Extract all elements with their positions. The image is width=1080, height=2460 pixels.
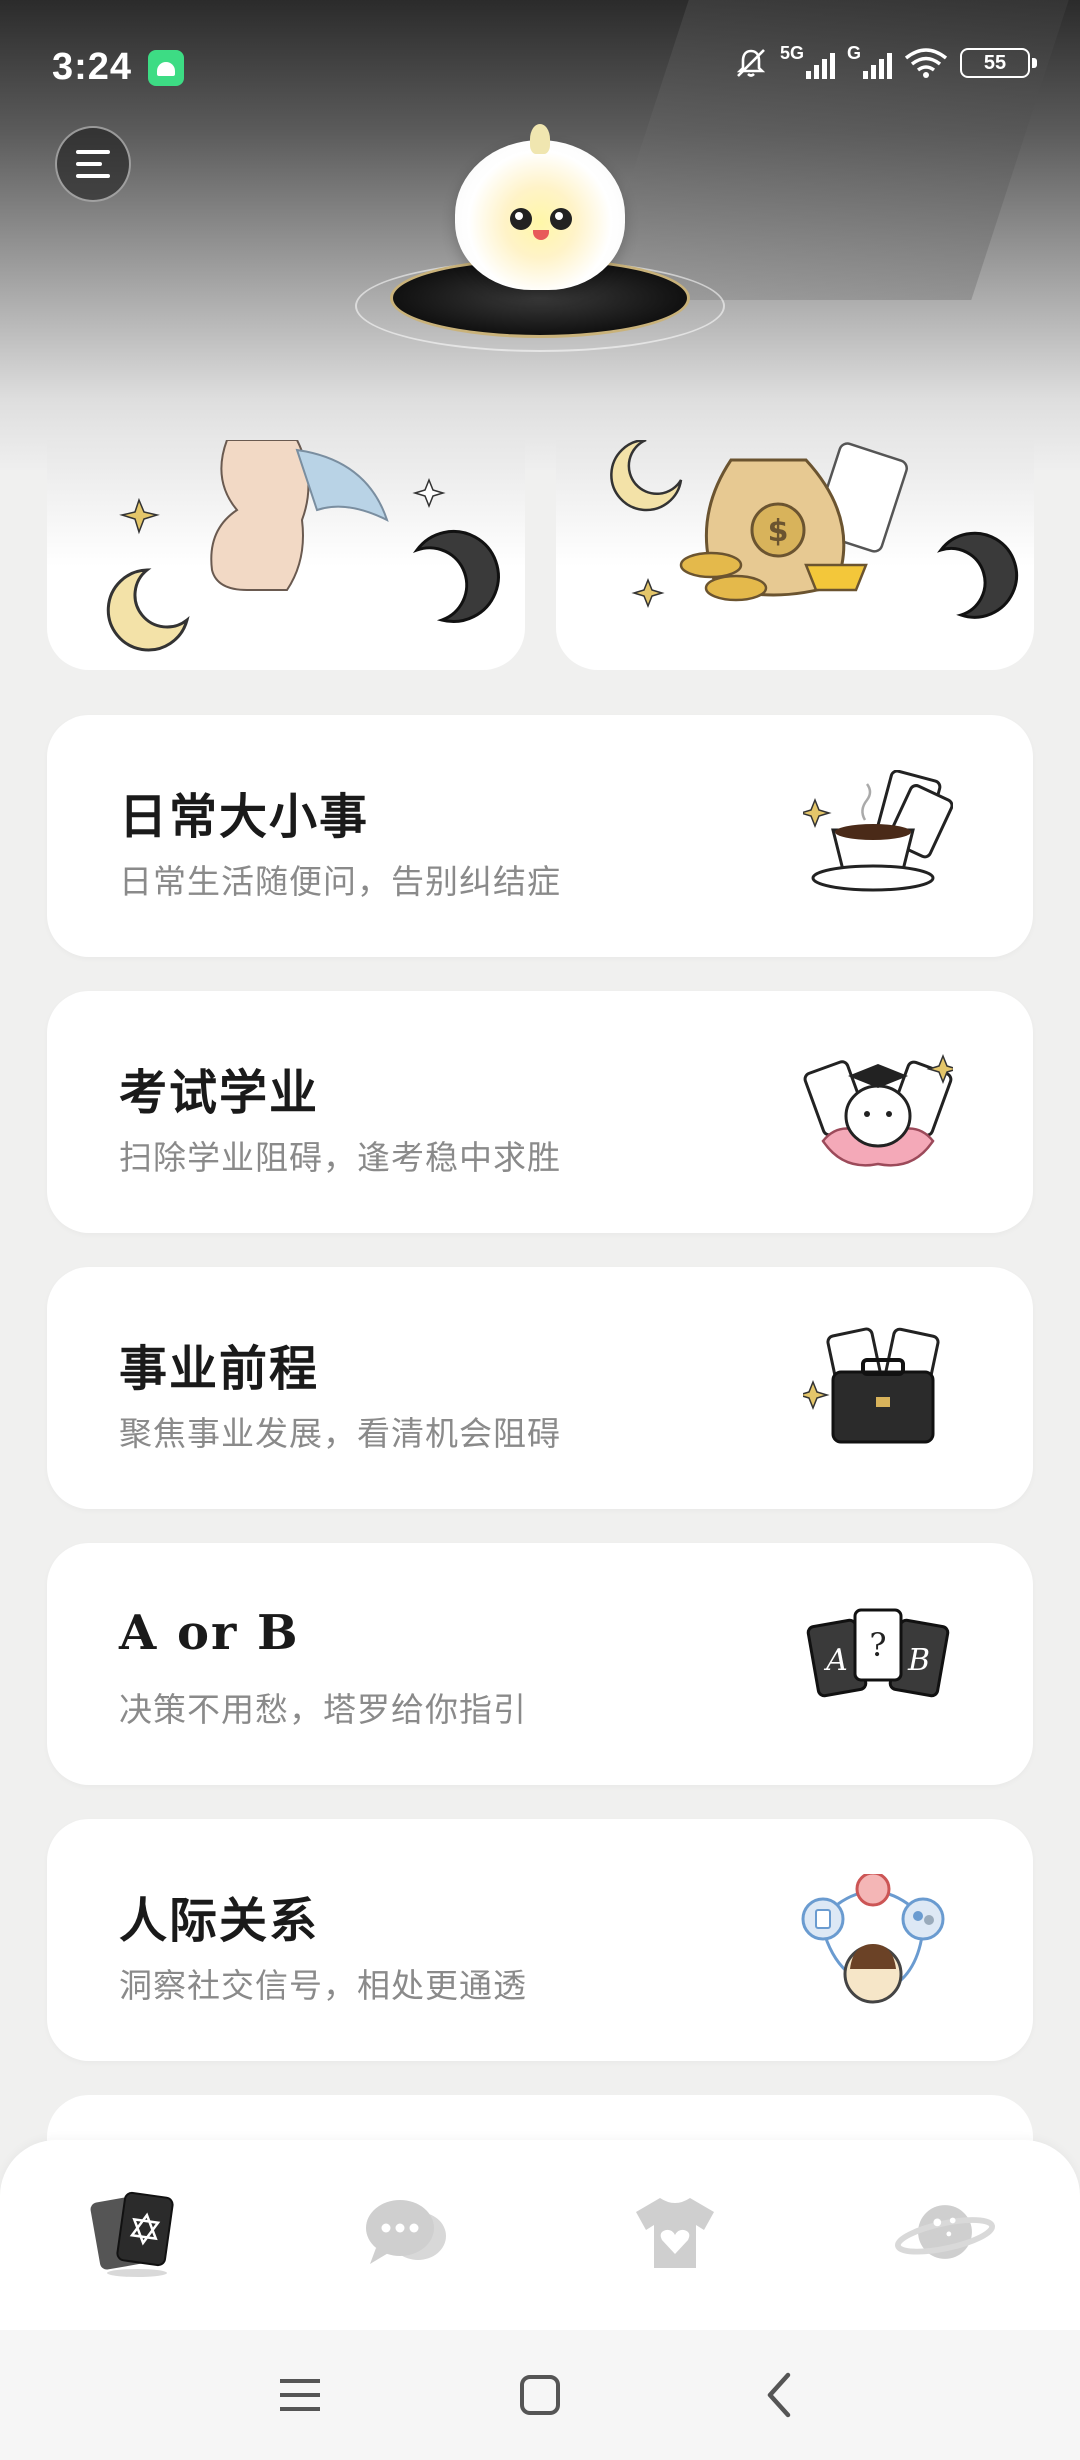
category-card-a-or-b[interactable]: A or B 决策不用愁，塔罗给你指引 A ? B [47, 1543, 1033, 1785]
hamburger-menu-button[interactable] [55, 126, 131, 202]
network-g-label: G [847, 43, 862, 63]
graduate-cat-lotus-icon [803, 1053, 953, 1167]
system-nav-bar [0, 2330, 1080, 2460]
signal-g-icon: G [847, 43, 892, 79]
category-card-daily[interactable]: 日常大小事 日常生活随便问，告别纠结症 [47, 715, 1033, 957]
a-question-b-cards-icon: A ? B [806, 1608, 950, 1698]
social-circle-icon [801, 1874, 945, 2004]
category-title: 考试学业 [119, 1065, 320, 1121]
svg-text:?: ? [869, 1626, 886, 1664]
category-subtitle: 聚焦事业发展，看清机会阻碍 [119, 1415, 561, 1452]
network-5g-label: 5G [780, 43, 805, 63]
category-subtitle: 扫除学业阻碍，逢考稳中求胜 [119, 1139, 561, 1176]
mascot-horn [530, 124, 550, 154]
home-square-icon [520, 2375, 560, 2415]
signal-5g-icon: 5G [780, 43, 835, 79]
feature-card-love[interactable] [47, 440, 525, 670]
category-title: 人际关系 [119, 1893, 320, 1949]
tab-chat[interactable] [355, 2182, 455, 2282]
status-icons: 5G G 55 [734, 43, 1037, 80]
tab-tarot[interactable] [85, 2182, 185, 2282]
category-subtitle: 日常生活随便问，告别纠结症 [119, 863, 561, 900]
fluffy-mascot [455, 140, 625, 290]
coffee-cup-cards-icon [803, 770, 953, 892]
mascot-avatar[interactable] [350, 120, 730, 360]
bottom-tab-bar [0, 2140, 1080, 2330]
category-card-study[interactable]: 考试学业 扫除学业阻碍，逢考稳中求胜 [47, 991, 1033, 1233]
home-button[interactable] [510, 2365, 570, 2425]
category-title: 事业前程 [119, 1341, 320, 1397]
category-card-relationships[interactable]: 人际关系 洞察社交信号，相处更通透 [47, 1819, 1033, 2061]
back-chevron-icon [767, 2372, 791, 2418]
battery-icon: 55 [960, 48, 1037, 78]
planet-icon [895, 2205, 995, 2259]
feature-card-wealth[interactable]: $ [556, 440, 1034, 670]
recent-apps-button[interactable] [270, 2365, 330, 2425]
battery-level: 55 [983, 51, 1007, 74]
category-subtitle: 决策不用愁，塔罗给你指引 [119, 1691, 527, 1728]
tarot-cards-icon [90, 2191, 174, 2277]
angel-wings-moon-icon [106, 440, 500, 652]
status-time: 3:24 [52, 46, 133, 88]
briefcase-cards-icon [803, 1327, 940, 1444]
tab-planet[interactable] [895, 2182, 995, 2282]
chat-bubble-icon [366, 2200, 446, 2264]
tshirt-heart-icon [636, 2198, 714, 2268]
svg-text:A: A [823, 1643, 848, 1678]
mascot-right-eye [550, 208, 572, 230]
category-subtitle: 洞察社交信号，相处更通透 [119, 1967, 527, 2004]
category-card-career[interactable]: 事业前程 聚焦事业发展，看清机会阻碍 [47, 1267, 1033, 1509]
wifi-icon [904, 48, 948, 78]
menu-icon [280, 2379, 320, 2411]
category-title: A or B [119, 1605, 300, 1661]
category-title: 日常大小事 [119, 789, 370, 845]
money-bag-coins-icon: $ [610, 440, 1019, 619]
back-button[interactable] [750, 2365, 810, 2425]
mascot-left-eye [510, 208, 532, 230]
svg-text:B: B [907, 1643, 930, 1678]
mute-bell-icon [736, 49, 766, 77]
status-bar: 3:24 5G G 55 [0, 0, 1080, 130]
android-notification-icon [148, 50, 184, 86]
svg-text:$: $ [768, 514, 789, 549]
tab-wardrobe[interactable] [625, 2182, 725, 2282]
tarot-home-screen: 3:24 5G G 55 $ 日常大小事 日常生活随便问，告别纠结症 考试学业 … [0, 0, 1080, 2460]
